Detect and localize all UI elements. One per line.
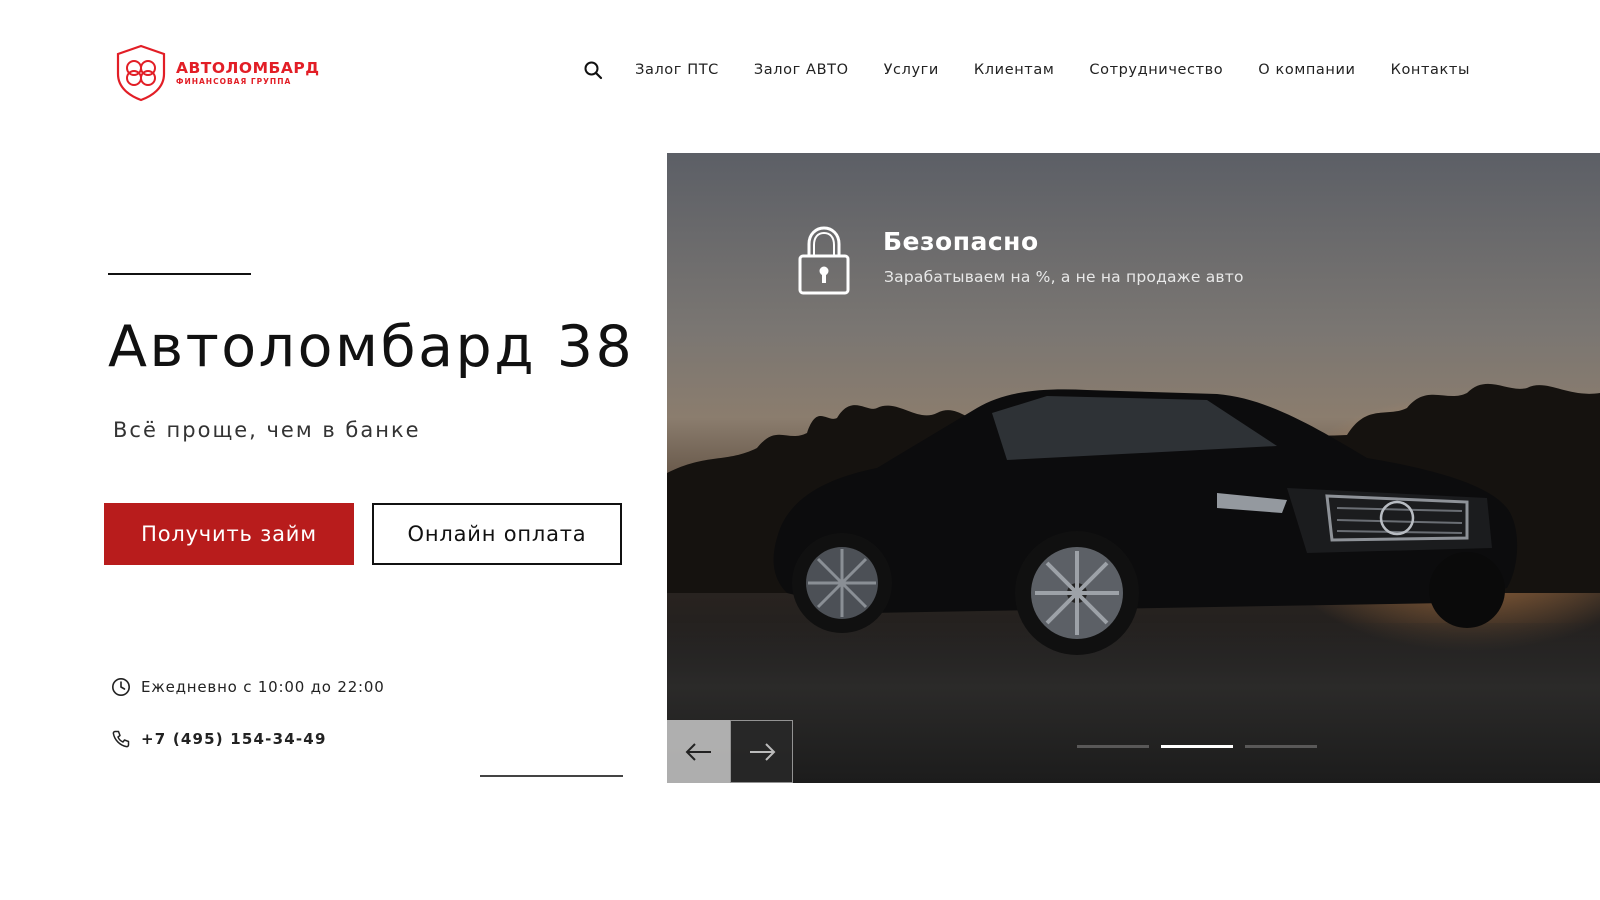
- working-hours: Ежедневно с 10:00 до 22:00: [111, 677, 385, 697]
- hero-divider-bottom: [480, 775, 623, 777]
- arrow-right-icon: [749, 742, 775, 761]
- logo-shield-icon: [116, 44, 166, 102]
- phone-number[interactable]: +7 (495) 154-34-49: [141, 730, 327, 748]
- working-hours-text: Ежедневно с 10:00 до 22:00: [141, 678, 385, 696]
- nav-item-contacts[interactable]: Контакты: [1391, 62, 1470, 78]
- clock-icon: [112, 678, 130, 696]
- lock-icon: [798, 226, 850, 295]
- phone-row[interactable]: +7 (495) 154-34-49: [111, 729, 327, 749]
- hero-title: Автоломбард 38: [108, 314, 635, 380]
- nav-item-auto[interactable]: Залог АВТО: [754, 62, 849, 78]
- slide-heading: Безопасно: [883, 227, 1039, 256]
- nav-item-pts[interactable]: Залог ПТС: [635, 62, 719, 78]
- nav-item-services[interactable]: Услуги: [884, 62, 939, 78]
- get-loan-button[interactable]: Получить займ: [104, 503, 354, 565]
- slider-prev-button[interactable]: [667, 720, 730, 783]
- hero-divider-top: [108, 273, 251, 275]
- brand-subtitle: ФИНАНСОВАЯ ГРУППА: [176, 76, 292, 86]
- slider-dot-2[interactable]: [1161, 745, 1233, 748]
- slide-text: Зарабатываем на %, а не на продаже авто: [884, 268, 1244, 286]
- online-payment-button[interactable]: Онлайн оплата: [372, 503, 622, 565]
- hero-slider: Безопасно Зарабатываем на %, а не на про…: [667, 153, 1600, 783]
- main-nav: Залог ПТС Залог АВТО Услуги Клиентам Сот…: [583, 60, 1470, 80]
- slider-next-button[interactable]: [730, 720, 793, 783]
- nav-item-partnership[interactable]: Сотрудничество: [1089, 62, 1223, 78]
- rear-wheel: [792, 533, 892, 633]
- slider-dot-3[interactable]: [1245, 745, 1317, 748]
- slider-arrows: [667, 720, 793, 783]
- car-illustration: [773, 389, 1518, 655]
- arrow-left-icon: [685, 742, 711, 761]
- slider-pagination: [1077, 745, 1317, 748]
- logo-text: АВТОЛОМБАРД ФИНАНСОВАЯ ГРУППА: [176, 60, 320, 87]
- front-wheel: [1015, 531, 1139, 655]
- hero-subtitle: Всё проще, чем в банке: [113, 418, 421, 442]
- slider-dot-1[interactable]: [1077, 745, 1149, 748]
- nav-item-about[interactable]: О компании: [1258, 62, 1355, 78]
- search-icon[interactable]: [583, 60, 603, 80]
- phone-icon: [112, 730, 130, 748]
- nav-item-clients[interactable]: Клиентам: [974, 62, 1054, 78]
- logo[interactable]: АВТОЛОМБАРД ФИНАНСОВАЯ ГРУППА: [114, 44, 320, 102]
- brand-title: АВТОЛОМБАРД: [176, 58, 320, 77]
